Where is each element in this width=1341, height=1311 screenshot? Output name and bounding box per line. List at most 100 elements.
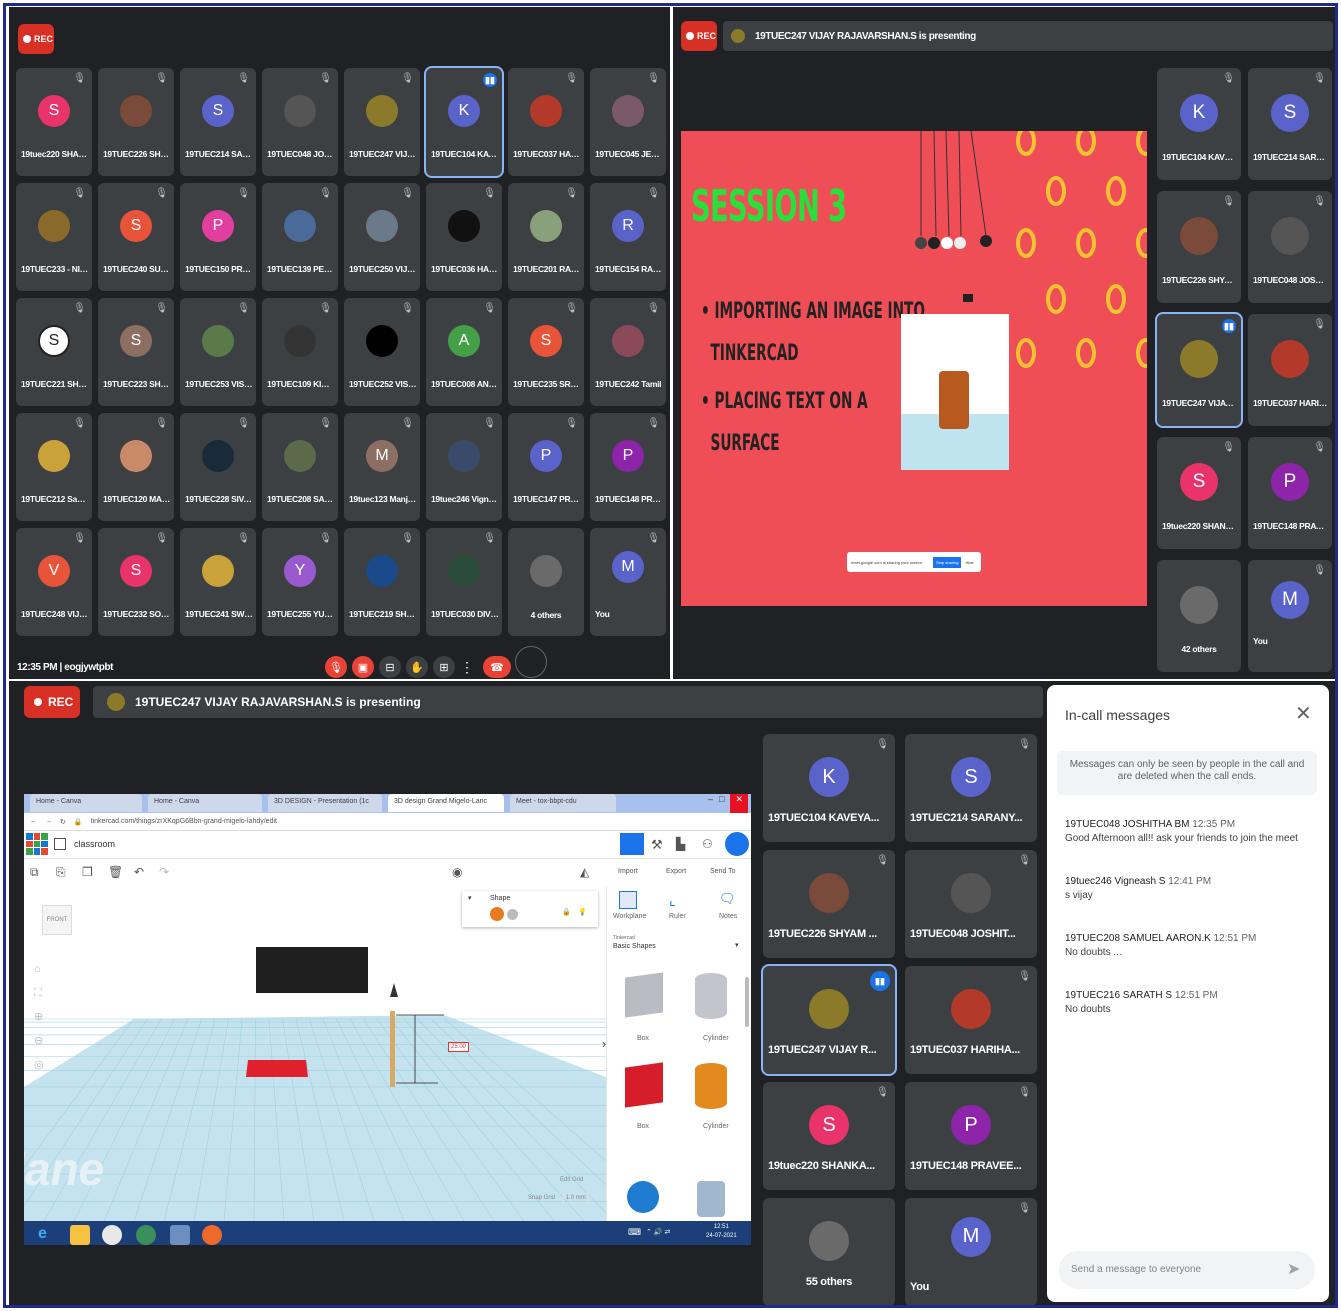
- shape-scribble[interactable]: [697, 1181, 725, 1217]
- category-select[interactable]: Basic Shapes: [613, 943, 656, 950]
- forward-icon[interactable]: →: [45, 818, 52, 825]
- zoom-in-icon[interactable]: ⊕: [34, 1005, 44, 1029]
- participant-tile[interactable]: P 🎙 19TUEC147 PRAV...: [508, 413, 584, 521]
- participant-tile[interactable]: 🎙 19TUEC037 HARIHA...: [1248, 314, 1332, 426]
- participant-tile[interactable]: M 🎙 You: [905, 1198, 1037, 1305]
- mic-off-icon[interactable]: 🎙: [325, 656, 347, 678]
- send-to-button[interactable]: Send To: [710, 868, 736, 875]
- more-options-icon[interactable]: ⋮: [459, 656, 475, 678]
- dimension-label[interactable]: 25.00: [448, 1042, 470, 1052]
- participant-tile[interactable]: 🎙 19TUEC036 HARE...: [426, 183, 502, 291]
- participant-tile[interactable]: 🎙 19TUEC139 PERIN...: [262, 183, 338, 291]
- participant-tile[interactable]: S 🎙 19TUEC223 SHRE...: [98, 298, 174, 406]
- participant-tile[interactable]: 🎙 19TUEC208 SAM...: [262, 413, 338, 521]
- shape-cylinder-gray[interactable]: [695, 973, 727, 1019]
- home-view-icon[interactable]: ⌂: [34, 957, 44, 981]
- profile-icon[interactable]: [725, 832, 749, 856]
- participant-tile[interactable]: 🎙 19TUEC048 JOSHIT...: [1248, 191, 1332, 303]
- shape-sphere[interactable]: [627, 1181, 659, 1213]
- participant-tile[interactable]: S 🎙 19TUEC235 SRUT...: [508, 298, 584, 406]
- close-icon[interactable]: ✕: [1295, 701, 1312, 726]
- participant-tile[interactable]: S 🎙 19tuec220 SHANKA...: [1157, 437, 1241, 549]
- participant-tile[interactable]: 🎙 19TUEC212 Sanka...: [16, 413, 92, 521]
- back-icon[interactable]: ←: [30, 818, 37, 825]
- redo-icon[interactable]: ↷: [159, 865, 169, 879]
- participant-tile[interactable]: K 🎙 19TUEC104 KAVEYA...: [1157, 68, 1241, 180]
- present-icon[interactable]: ⊞: [433, 656, 455, 678]
- mirror-icon[interactable]: ◭: [580, 865, 589, 879]
- stop-sharing-button[interactable]: Stop sharing: [933, 556, 962, 568]
- scrollbar[interactable]: [745, 977, 749, 1027]
- ie-icon[interactable]: e: [38, 1225, 58, 1245]
- leave-call-icon[interactable]: ☎: [483, 656, 511, 678]
- participant-tile[interactable]: P 🎙 19TUEC148 PRAVEE...: [905, 1082, 1037, 1190]
- browser-tab[interactable]: 3D design Grand Migelo-Lanc: [388, 794, 504, 812]
- hide-button[interactable]: Hide: [965, 560, 973, 565]
- participant-tile[interactable]: 🎙 19TUEC253 VISH...: [180, 298, 256, 406]
- participant-tile[interactable]: 🎙 19TUEC242 Tamil: [590, 298, 666, 406]
- reload-icon[interactable]: ↻: [60, 818, 66, 826]
- export-button[interactable]: Export: [666, 868, 686, 875]
- participant-tile[interactable]: 🎙 19TUEC109 KIRA...: [262, 298, 338, 406]
- shape-box-red[interactable]: [625, 1062, 663, 1108]
- participant-tile[interactable]: 🎙 19TUEC030 DIVY...: [426, 528, 502, 636]
- participant-tile[interactable]: S 🎙 19TUEC214 SARANY...: [905, 734, 1037, 842]
- share-user-icon[interactable]: ⚇: [702, 837, 713, 851]
- duplicate-icon[interactable]: ❐: [82, 865, 93, 879]
- participant-tile[interactable]: 🎙 19TUEC241 SWED...: [180, 528, 256, 636]
- participant-tile[interactable]: 🎙 19TUEC201 RANJ...: [508, 183, 584, 291]
- bricks-icon[interactable]: ▙: [676, 837, 685, 851]
- participant-tile[interactable]: 🎙 19TUEC250 VIJAY...: [344, 183, 420, 291]
- snap-grid-select[interactable]: 1.0 mm: [562, 1193, 589, 1203]
- firefox-icon[interactable]: [202, 1225, 222, 1245]
- perspective-icon[interactable]: ◎: [34, 1053, 44, 1077]
- chrome-icon[interactable]: [102, 1225, 122, 1245]
- participant-tile[interactable]: K ▮▮ 19TUEC104 KAVE...: [424, 66, 504, 178]
- fit-view-icon[interactable]: ⛶: [34, 981, 44, 1005]
- participant-tile[interactable]: S 🎙 19TUEC214 SARANY...: [1248, 68, 1332, 180]
- grid-view-icon[interactable]: [620, 833, 644, 855]
- participant-tile[interactable]: S 🎙 19tuec220 SHAN...: [16, 68, 92, 176]
- participant-tile[interactable]: 55 others: [763, 1198, 895, 1305]
- project-name[interactable]: classroom: [74, 839, 115, 849]
- participant-tile[interactable]: 🎙 19TUEC233 - NIT...: [16, 183, 92, 291]
- solid-color-swatch[interactable]: [490, 907, 504, 921]
- explorer-icon[interactable]: [70, 1225, 90, 1245]
- build-icon[interactable]: ⚒: [651, 837, 663, 853]
- participant-tile[interactable]: ▮▮ 19TUEC247 VIJAY R...: [761, 964, 897, 1076]
- participant-tile[interactable]: 🎙 19TUEC045 JENIF...: [590, 68, 666, 176]
- minimize-icon[interactable]: –: [708, 794, 713, 813]
- participant-tile[interactable]: 🎙 19TUEC120 MAD...: [98, 413, 174, 521]
- participant-tile[interactable]: Y 🎙 19TUEC255 YUVA...: [262, 528, 338, 636]
- participant-tile[interactable]: S 🎙 19TUEC214 SARA...: [180, 68, 256, 176]
- address-bar[interactable]: tinkercad.com/things/zrXKqpG6Bbn-grand-m…: [91, 818, 277, 825]
- participant-tile[interactable]: ▮▮ 19TUEC247 VIJAY R...: [1155, 312, 1243, 428]
- participant-tile[interactable]: 🎙 19TUEC252 VISH...: [344, 298, 420, 406]
- raise-hand-icon[interactable]: ✋: [406, 656, 428, 678]
- participant-tile[interactable]: 42 others: [1157, 560, 1241, 672]
- zoom-out-icon[interactable]: ⊖: [34, 1029, 44, 1053]
- collapse-icon[interactable]: ▾: [468, 894, 472, 902]
- browser-tab[interactable]: 3D DESIGN - Presentation (1c: [268, 794, 382, 812]
- import-button[interactable]: Import: [618, 868, 638, 875]
- maximize-icon[interactable]: □: [719, 794, 724, 813]
- captions-icon[interactable]: ⊟: [379, 656, 401, 678]
- window-close-icon[interactable]: ✕: [730, 794, 748, 813]
- participant-tile[interactable]: S 🎙 19TUEC240 SUSH...: [98, 183, 174, 291]
- view-cube[interactable]: FRONT: [42, 905, 72, 935]
- paint-icon[interactable]: [170, 1225, 190, 1245]
- copy-icon[interactable]: ⧉: [30, 865, 39, 880]
- participant-tile[interactable]: S 🎙 19tuec220 SHANKA...: [763, 1082, 895, 1190]
- participant-tile[interactable]: 4 others: [508, 528, 584, 636]
- keyboard-icon[interactable]: ⌨: [628, 1227, 641, 1238]
- participant-tile[interactable]: M 🎙 19tuec123 Manjul...: [344, 413, 420, 521]
- participant-tile[interactable]: P 🎙 19TUEC148 PRAV...: [590, 413, 666, 521]
- browser-tab[interactable]: Home - Canva: [30, 794, 142, 812]
- participant-tile[interactable]: 🎙 19TUEC247 VIJAY...: [344, 68, 420, 176]
- delete-icon[interactable]: 🗑: [108, 865, 123, 879]
- shape-box-gray[interactable]: [625, 972, 663, 1018]
- hole-swatch[interactable]: [507, 909, 518, 920]
- participant-tile[interactable]: P 🎙 19TUEC150 PREE...: [180, 183, 256, 291]
- shape-cylinder-orange[interactable]: [695, 1063, 727, 1109]
- notes-icon[interactable]: 🗨: [719, 891, 736, 907]
